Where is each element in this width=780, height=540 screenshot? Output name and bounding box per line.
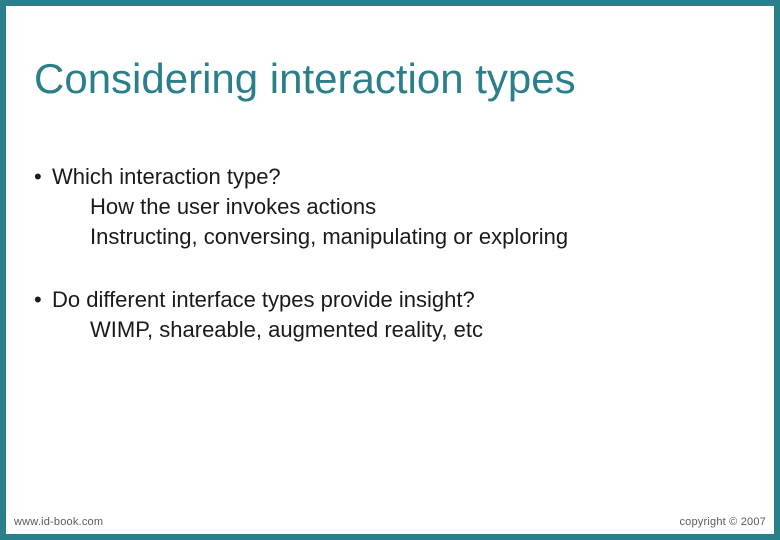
bullet-dot-icon: • [34,285,52,315]
bullet-line: • Do different interface types provide i… [34,285,746,315]
bullet-text: Which interaction type? [52,162,281,192]
bullet-subtext: How the user invokes actions [90,192,746,222]
bullet-line: • Which interaction type? [34,162,746,192]
slide-title: Considering interaction types [34,56,774,102]
footer-copyright: copyright © 2007 [679,516,766,528]
bullet-dot-icon: • [34,162,52,192]
bullet-subtext: Instructing, conversing, manipulating or… [90,222,746,252]
slide-footer: www.id-book.com copyright © 2007 [6,512,774,534]
bullet-item: • Do different interface types provide i… [34,285,746,344]
bullet-item: • Which interaction type? How the user i… [34,162,746,251]
slide-frame: Considering interaction types • Which in… [0,0,780,540]
footer-url: www.id-book.com [14,516,103,528]
bullet-subtext: WIMP, shareable, augmented reality, etc [90,315,746,345]
bullet-text: Do different interface types provide ins… [52,285,475,315]
slide-body: • Which interaction type? How the user i… [34,162,746,344]
